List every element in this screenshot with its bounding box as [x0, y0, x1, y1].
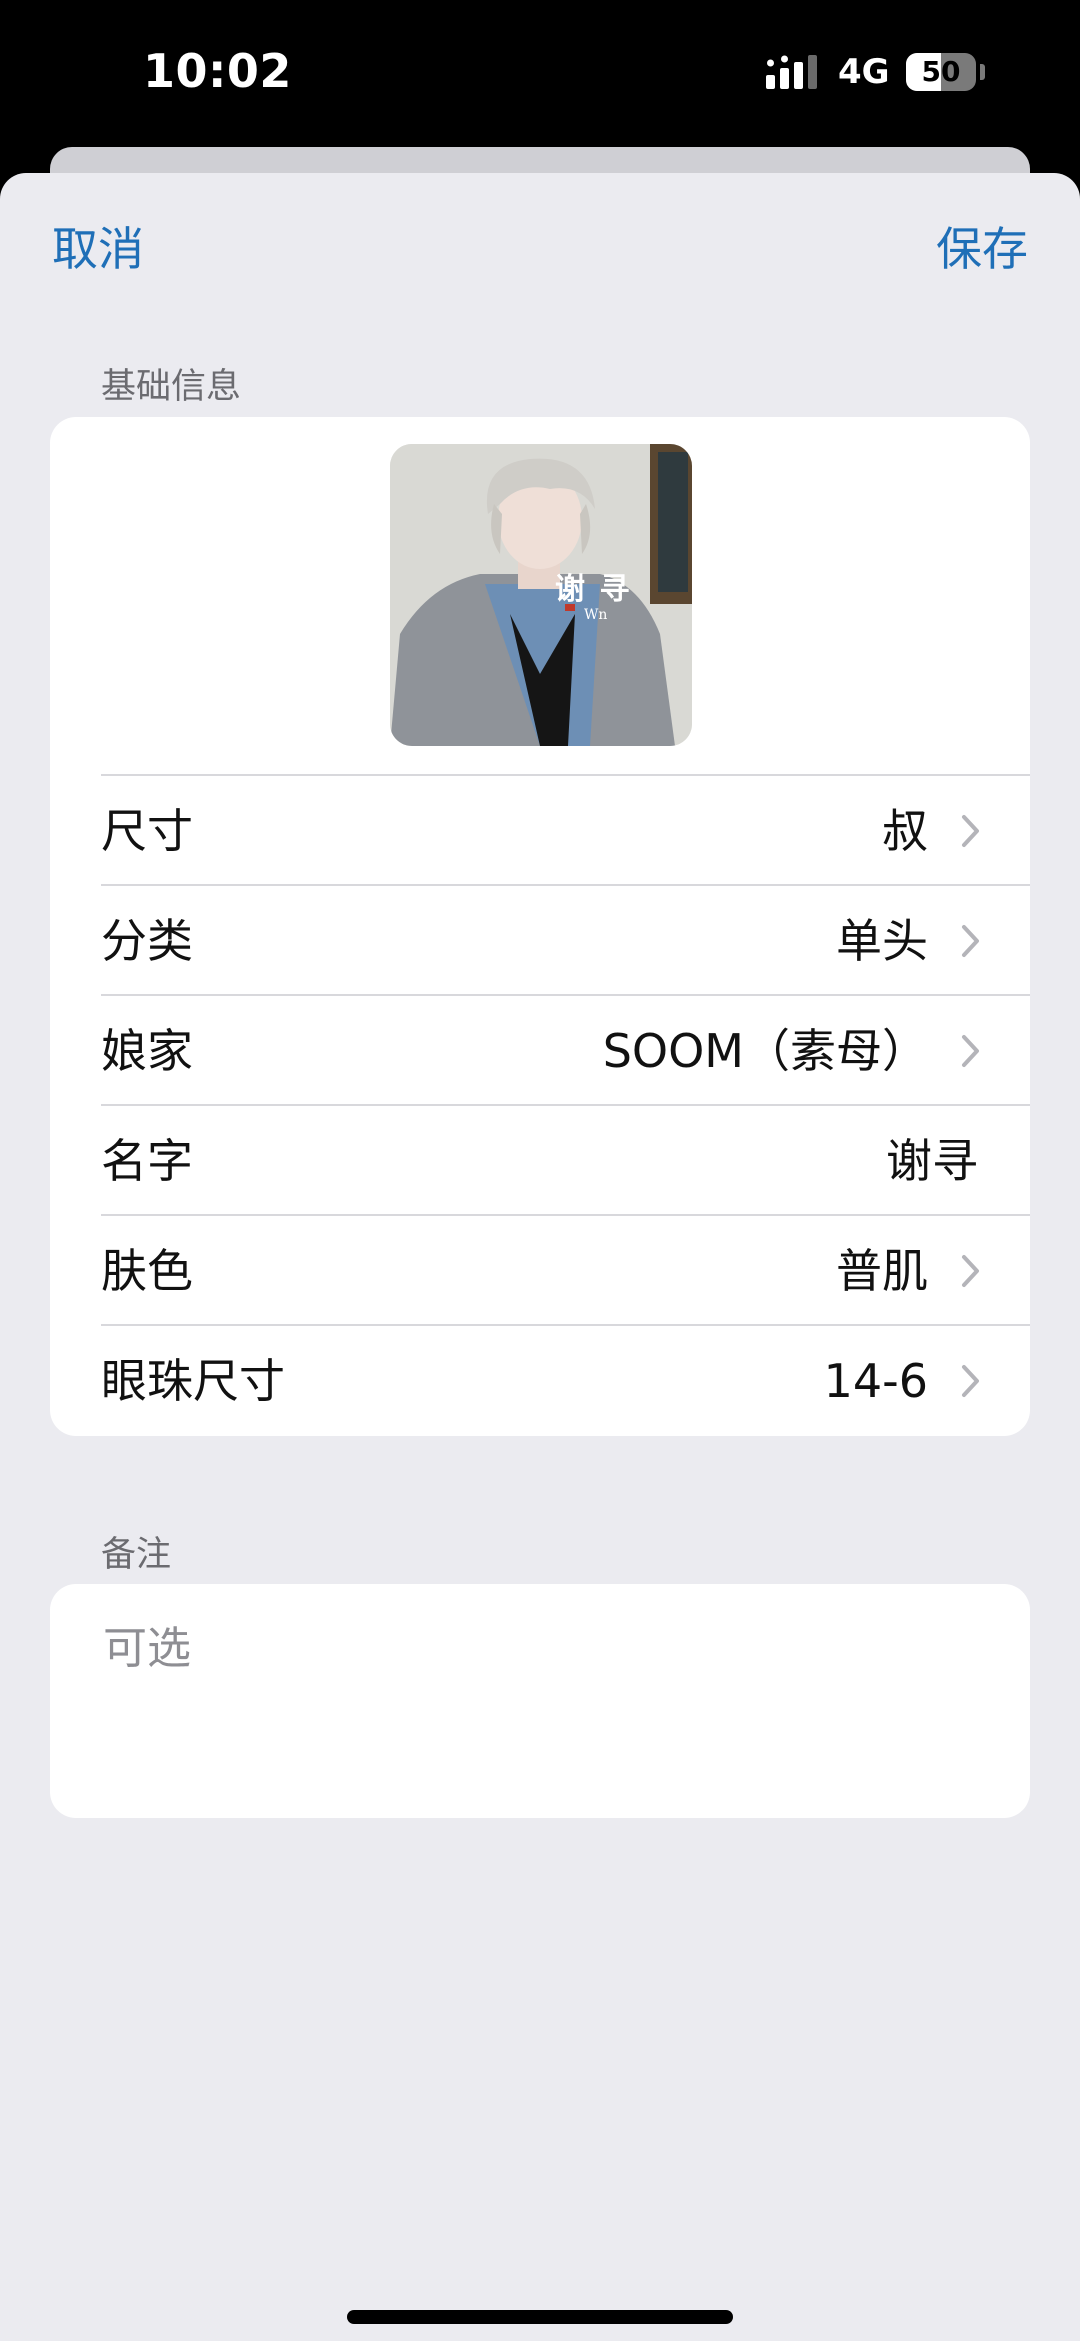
network-type: 4G	[838, 52, 890, 92]
basic-info-card: 谢 寻 Wn 尺寸 叔 分类 单头 娘家 SOOM（素母） 名字 谢寻 肤色 普…	[50, 417, 1030, 1436]
save-button[interactable]: 保存	[936, 213, 1028, 279]
status-bar: 10:02 4G 50	[0, 0, 1080, 150]
battery-tip	[980, 64, 985, 80]
row-eye-size-label: 眼珠尺寸	[101, 1354, 285, 1408]
battery-icon: 50	[906, 53, 976, 91]
row-category[interactable]: 分类 单头	[101, 884, 1030, 996]
row-category-value: 单头	[836, 914, 928, 968]
row-skin-tone-value: 普肌	[836, 1244, 928, 1298]
edit-sheet: 取消 保存 基础信息 谢 寻 Wn 尺寸 叔 分类 单头 娘家 SOOM（素母）…	[0, 173, 1080, 2341]
row-eye-size-value: 14-6	[823, 1354, 928, 1408]
photo-watermark-sub: Wn	[584, 607, 608, 623]
chevron-right-icon	[962, 925, 979, 957]
notes-section-title: 备注	[101, 1535, 172, 1575]
chevron-right-icon	[962, 1255, 979, 1287]
doll-photo[interactable]: 谢 寻 Wn	[390, 444, 692, 746]
row-maker[interactable]: 娘家 SOOM（素母）	[101, 994, 1030, 1106]
row-skin-tone-label: 肤色	[101, 1244, 193, 1298]
row-size-label: 尺寸	[101, 804, 193, 858]
row-category-label: 分类	[101, 914, 193, 968]
chevron-right-icon	[962, 815, 979, 847]
notes-input[interactable]	[101, 1610, 985, 1794]
row-size[interactable]: 尺寸 叔	[101, 774, 1030, 886]
row-eye-size[interactable]: 眼珠尺寸 14-6	[101, 1324, 1030, 1436]
row-size-value: 叔	[882, 804, 928, 858]
notes-card	[50, 1584, 1030, 1818]
cellular-signal-icon	[766, 55, 817, 89]
row-maker-label: 娘家	[101, 1024, 193, 1078]
status-time: 10:02	[143, 44, 292, 98]
home-indicator[interactable]	[347, 2310, 733, 2324]
row-skin-tone[interactable]: 肤色 普肌	[101, 1214, 1030, 1326]
photo-watermark: 谢 寻	[555, 572, 632, 607]
basic-info-section-title: 基础信息	[101, 367, 242, 407]
row-maker-value: SOOM（素母）	[602, 1024, 928, 1078]
row-name[interactable]: 名字 谢寻	[101, 1104, 1030, 1216]
row-name-label: 名字	[101, 1134, 193, 1188]
battery-level: 50	[921, 55, 961, 88]
doll-portrait-image	[390, 444, 692, 746]
row-name-value[interactable]: 谢寻	[886, 1106, 978, 1216]
cancel-button[interactable]: 取消	[52, 213, 144, 279]
chevron-right-icon	[962, 1035, 979, 1067]
chevron-right-icon	[962, 1365, 979, 1397]
